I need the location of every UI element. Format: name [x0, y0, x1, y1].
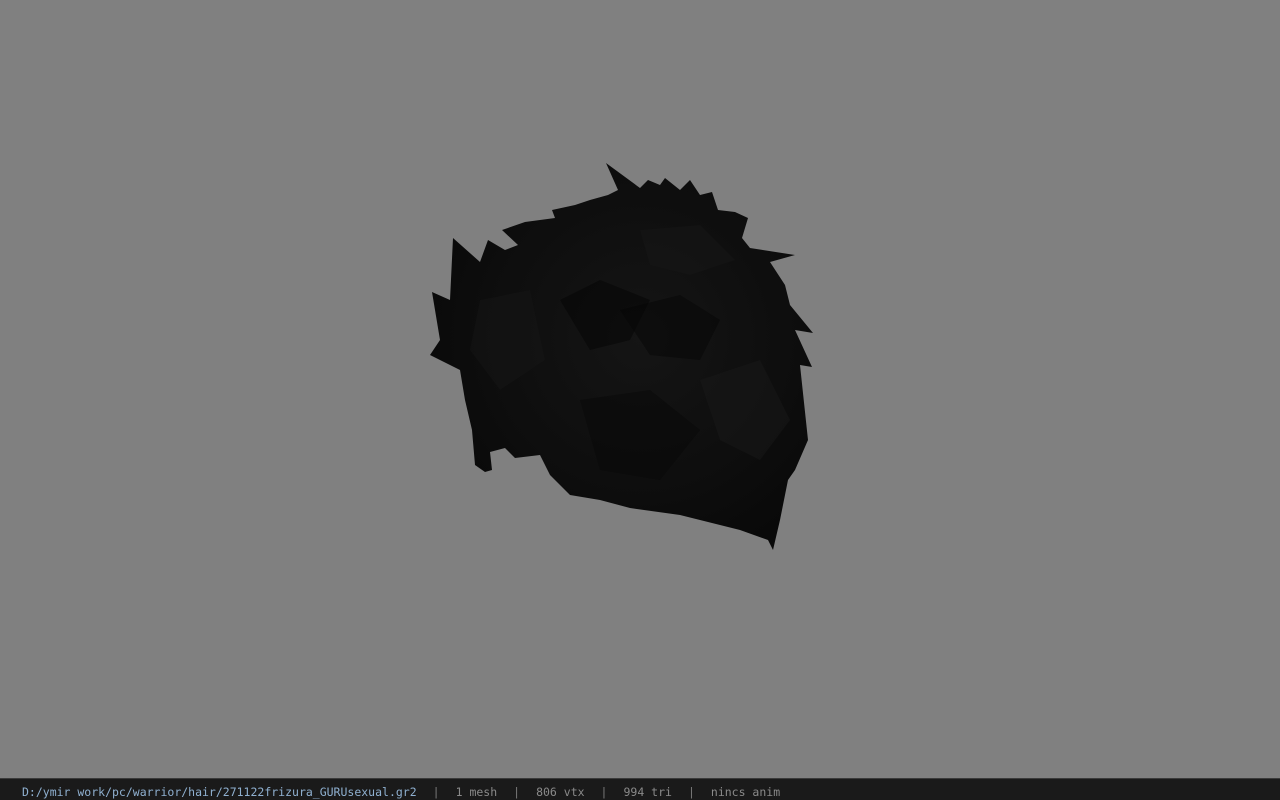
separator: | — [432, 785, 440, 799]
3d-viewport[interactable] — [0, 0, 1280, 778]
status-bar: D:/ymir work/pc/warrior/hair/271122frizu… — [0, 778, 1280, 800]
mesh-count: 1 mesh — [455, 785, 498, 799]
model-render — [430, 163, 813, 550]
file-path: D:/ymir work/pc/warrior/hair/271122frizu… — [22, 785, 417, 799]
triangle-count: 994 tri — [623, 785, 672, 799]
separator: | — [600, 785, 608, 799]
vertex-count: 806 vtx — [536, 785, 585, 799]
animation-status: nincs anim — [710, 785, 781, 799]
hair-mesh — [430, 163, 813, 550]
separator: | — [687, 785, 695, 799]
separator: | — [513, 785, 521, 799]
